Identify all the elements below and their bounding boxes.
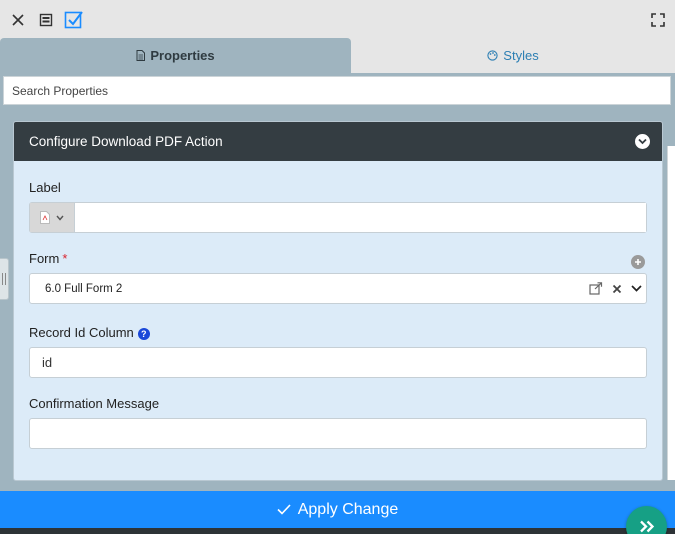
close-icon[interactable] <box>8 10 28 30</box>
search-bar <box>0 73 675 106</box>
section-title: Configure Download PDF Action <box>29 134 223 149</box>
document-icon <box>136 50 146 61</box>
add-form-icon[interactable] <box>631 255 645 269</box>
icon-picker-dropdown[interactable] <box>30 203 75 232</box>
confirmation-field-label: Confirmation Message <box>29 396 160 411</box>
external-link-icon[interactable] <box>589 282 603 295</box>
section-header[interactable]: Configure Download PDF Action <box>14 122 662 161</box>
required-marker: * <box>62 251 68 266</box>
check-icon <box>277 504 291 515</box>
tab-styles[interactable]: Styles <box>351 38 675 73</box>
label-field <box>29 202 647 233</box>
record-id-input[interactable] <box>29 347 647 378</box>
form-select[interactable]: 6.0 Full Form 2 <box>29 273 647 304</box>
apply-change-button[interactable]: Apply Change <box>0 491 675 528</box>
label-input[interactable] <box>75 203 646 232</box>
label-field-label: Label <box>29 180 61 195</box>
clear-icon[interactable] <box>612 284 622 294</box>
chevron-down-icon[interactable] <box>631 285 642 292</box>
top-toolbar <box>0 0 675 38</box>
palette-icon <box>487 50 498 61</box>
bottom-strip <box>0 528 675 534</box>
help-icon[interactable]: ? <box>137 328 150 340</box>
search-properties-input[interactable] <box>3 76 671 105</box>
tab-bar: Properties Styles <box>0 38 675 73</box>
confirmation-message-input[interactable] <box>29 418 647 449</box>
tab-properties-label: Properties <box>150 48 215 63</box>
chevron-down-icon[interactable] <box>635 134 650 149</box>
record-id-field-label: Record Id Column? <box>29 325 150 340</box>
apply-change-label: Apply Change <box>297 500 399 518</box>
tab-properties[interactable]: Properties <box>0 38 351 73</box>
form-select-value: 6.0 Full Form 2 <box>45 282 123 295</box>
resize-handle[interactable] <box>0 258 9 300</box>
double-chevron-right-icon <box>639 520 654 533</box>
pdf-file-icon <box>40 211 50 224</box>
scrollbar[interactable] <box>667 146 675 480</box>
tab-styles-label: Styles <box>503 48 539 63</box>
checkbox-icon[interactable] <box>64 10 84 30</box>
chevron-down-icon <box>56 215 64 221</box>
fullscreen-icon[interactable] <box>648 10 668 30</box>
panel-icon[interactable] <box>36 10 56 30</box>
configure-section: Configure Download PDF Action Label Form… <box>13 121 663 481</box>
form-field-label: Form * <box>29 251 68 266</box>
